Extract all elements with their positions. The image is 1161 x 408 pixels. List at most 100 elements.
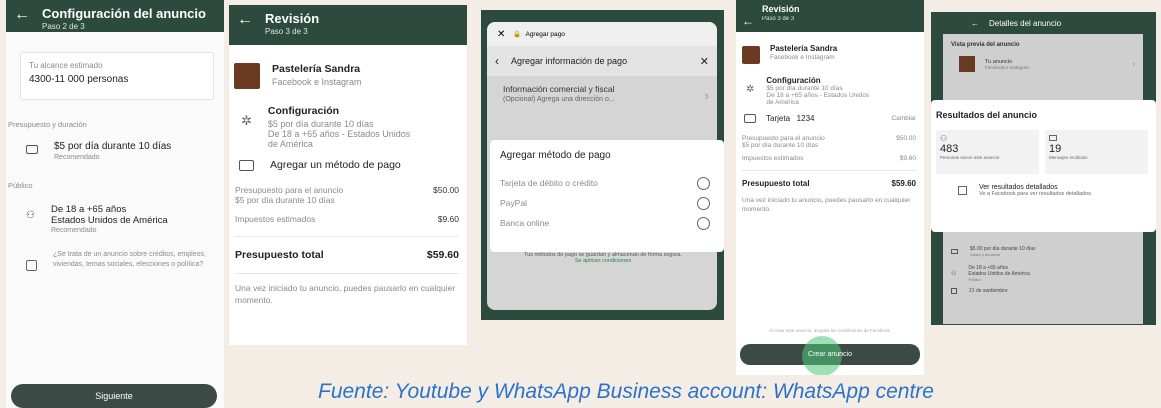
external-link-icon	[958, 186, 967, 195]
special-category-checkbox[interactable]	[26, 260, 37, 271]
page-title: Revisión	[265, 11, 320, 26]
budget-amount: $50.00	[433, 185, 459, 195]
config-title: Configuración	[766, 76, 821, 85]
radio-paypal[interactable]	[697, 196, 710, 210]
header: ← Revisión Paso 3 de 3	[229, 5, 467, 45]
budget-sub: Recomendado	[54, 154, 100, 161]
chevron-right-icon: ›	[1132, 60, 1135, 68]
total-amount: $59.60	[891, 179, 916, 188]
option-paypal[interactable]: PayPal	[500, 193, 710, 213]
create-ad-label: Crear anuncio	[808, 351, 852, 358]
close-icon[interactable]: ✕	[497, 29, 505, 40]
messages-stat: 19 Mensajes recibidos	[1045, 130, 1148, 174]
config-title: Configuración	[267, 105, 340, 117]
info-sub: (Opcional) Agrega una dirección o...	[503, 96, 615, 103]
back-arrow-icon[interactable]: ←	[742, 12, 754, 30]
back-arrow-icon[interactable]: ←	[237, 11, 253, 29]
back-arrow-icon[interactable]: ←	[971, 19, 979, 28]
option-online-banking[interactable]: Banca online	[500, 213, 710, 233]
message-icon	[1049, 135, 1057, 141]
card-row: Tarjeta 1234 Cambiar	[744, 114, 916, 123]
config-line3: de América	[766, 99, 799, 106]
budget-amount: $50.00	[896, 135, 916, 142]
screen-review: ← Revisión Paso 3 de 3 Pastelería Sandra…	[229, 5, 467, 345]
card-icon	[239, 159, 254, 171]
messages-label: Mensajes recibidos	[1049, 155, 1088, 160]
budget-label: Presupuesto para el anuncio	[235, 185, 344, 195]
browser-url: Agregar pago	[525, 30, 565, 38]
page-title: Revisión	[762, 4, 800, 14]
option-card-label: Tarjeta de débito o crédito	[500, 178, 598, 188]
bottom-list: $5.00 por día durante 10 días Gasto y du…	[951, 246, 1036, 294]
back-arrow-icon[interactable]: ←	[14, 6, 30, 24]
special-category-row: ¿Se trata de un anuncio sobre créditos, …	[26, 250, 214, 271]
chevron-right-icon: ›	[704, 88, 709, 103]
divider	[742, 170, 916, 171]
screen-review-with-card: ← Revisión Paso 3 de 3 Pastelería Sandra…	[736, 0, 924, 375]
money-icon	[26, 145, 38, 154]
config-line2: De 18 a +65 años - Estados Unidos	[766, 92, 870, 99]
option-card[interactable]: Tarjeta de débito o crédito	[500, 173, 710, 193]
page-title: Configuración del anuncio	[42, 6, 206, 21]
change-card-link[interactable]: Cambiar	[891, 115, 916, 122]
option-banking-label: Banca online	[500, 218, 550, 228]
audience-row[interactable]: ⚇ De 18 a +65 años Estados Unidos de Amé…	[26, 204, 224, 234]
next-button-label: Siguiente	[95, 391, 133, 401]
pause-note: Una vez iniciado tu anuncio, puedes paus…	[235, 283, 456, 305]
nav-bar: ‹ Agregar información de pago ✕	[487, 46, 717, 76]
results-title: Resultados del anuncio	[936, 110, 1038, 120]
results-card: Resultados del anuncio ⚇ 483 Personas vi…	[931, 100, 1156, 232]
card-label: Tarjeta 1234	[766, 114, 815, 123]
divider	[235, 236, 459, 237]
ad-thumbnail	[959, 56, 975, 72]
business-platforms: Facebook e Instagram	[770, 54, 835, 61]
add-payment-label: Agregar un método de pago	[270, 159, 401, 171]
config-row: ✲ Configuración $5 por día durante 10 dí…	[241, 105, 467, 149]
radio-card[interactable]	[697, 176, 710, 190]
summary-section: Presupuesto para el anuncio $50.00 $5 po…	[742, 135, 916, 214]
back-chevron-icon[interactable]: ‹	[495, 54, 499, 68]
reach-card: Tu alcance estimado 4300-11 000 personas	[20, 52, 214, 100]
audience-section-label: Público	[8, 181, 33, 190]
detail-sub: Ve a Facebook para ver resultados detall…	[979, 191, 1093, 197]
step-label: Paso 3 de 3	[762, 16, 795, 22]
business-info-row[interactable]: Información comercial y fiscal (Opcional…	[487, 76, 717, 116]
source-caption: Fuente: Youtube y WhatsApp Business acco…	[318, 380, 934, 403]
detailed-results-link[interactable]: Ver resultados detallados Ve a Facebook …	[936, 184, 1148, 197]
step-label: Paso 2 de 3	[42, 22, 85, 31]
conditions-link[interactable]: Se aplican condiciones	[501, 258, 705, 264]
close-icon[interactable]: ✕	[700, 55, 709, 68]
audience-sub: Recomendado	[50, 227, 97, 234]
people-icon: ⚇	[940, 134, 948, 143]
next-button[interactable]: Siguiente	[11, 384, 217, 408]
create-ad-button[interactable]: Crear anuncio	[740, 336, 920, 375]
preview-label: Vista previa del anuncio	[951, 42, 1020, 48]
budget-row[interactable]: $5 por día durante 10 días Recomendado	[26, 141, 224, 161]
people-icon: ⚇	[951, 271, 957, 277]
people-value: 483	[940, 143, 959, 155]
budget-sub: $5 por día durante 10 días	[742, 142, 819, 149]
config-row: ✲ Configuración $5 por día durante 10 dí…	[746, 76, 924, 106]
method-title: Agregar método de pago	[500, 150, 611, 161]
total-label: Presupuesto total	[235, 249, 324, 261]
radio-banking[interactable]	[697, 216, 710, 230]
audience-country: Estados Unidos de América	[50, 215, 168, 226]
nav-title: Agregar información de pago	[511, 56, 628, 66]
gear-icon: ✲	[746, 84, 755, 95]
add-payment-row[interactable]: Agregar un método de pago	[239, 159, 467, 171]
lock-icon: 🔒	[513, 31, 522, 38]
info-title: Información comercial y fiscal	[503, 84, 615, 94]
config-line1: $5 por día durante 10 días	[267, 119, 374, 129]
config-line3: de América	[267, 139, 313, 149]
date-label: 21 de septiembre	[969, 288, 1008, 294]
tax-amount: $9.60	[899, 155, 916, 162]
business-name: Pastelería Sandra	[272, 63, 361, 75]
ad-preview-row[interactable]: Tu anuncio Facebook e Instagram ›	[959, 56, 1135, 72]
tax-label: Impuestos estimados	[742, 155, 804, 162]
detail-title: Ver resultados detallados	[979, 184, 1058, 191]
total-amount: $59.60	[426, 249, 459, 261]
audience-age: De 18 a +65 años	[50, 204, 127, 215]
header: ← Revisión Paso 3 de 3	[736, 0, 924, 32]
ad-sub: Facebook e Instagram	[985, 64, 1030, 70]
gear-icon: ✲	[241, 113, 252, 128]
